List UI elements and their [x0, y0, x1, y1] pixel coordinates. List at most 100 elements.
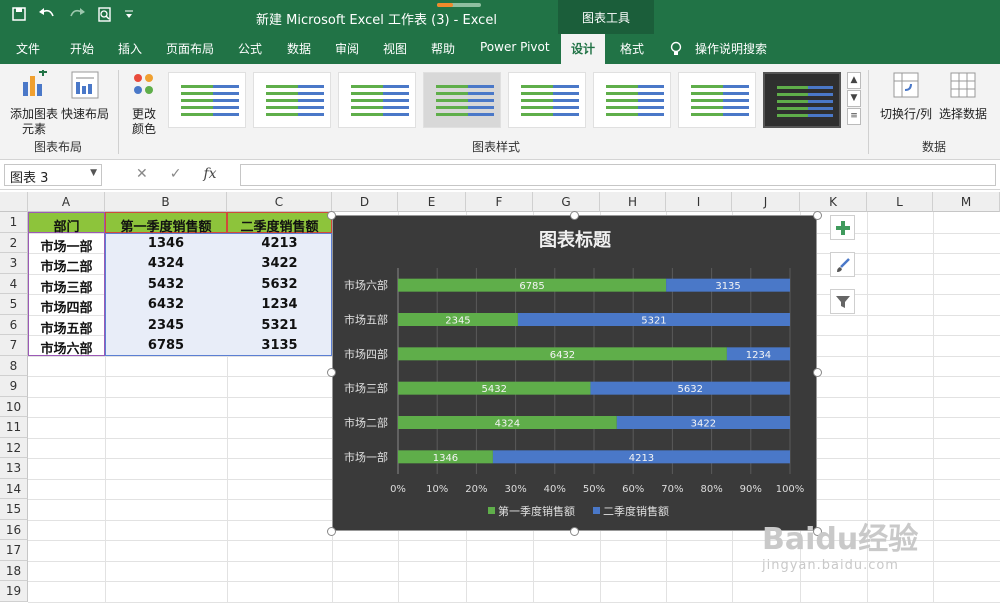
tell-me-search[interactable]: 操作说明搜索	[695, 40, 767, 57]
tab-formulas[interactable]: 公式	[238, 40, 262, 57]
value-cell[interactable]: 6432	[105, 294, 227, 315]
value-cell[interactable]: 3135	[227, 335, 332, 356]
column-header-h[interactable]: H	[600, 192, 666, 212]
chart-style-8-selected[interactable]	[763, 72, 841, 128]
print-preview-icon[interactable]	[98, 7, 112, 22]
name-box[interactable]: 图表 3 ▼	[4, 164, 102, 186]
row-header-10[interactable]: 10	[0, 396, 28, 417]
chart-style-1[interactable]	[168, 72, 246, 128]
select-all-corner[interactable]	[0, 192, 28, 212]
row-header-12[interactable]: 12	[0, 437, 28, 458]
resize-handle[interactable]	[327, 527, 336, 536]
category-cell[interactable]: 市场六部	[28, 335, 105, 357]
category-cell[interactable]: 市场五部	[28, 315, 105, 337]
chart-style-5[interactable]	[508, 72, 586, 128]
value-cell[interactable]: 1346	[105, 233, 227, 254]
header-cell[interactable]: 二季度销售额	[227, 212, 332, 235]
column-header-i[interactable]: I	[666, 192, 732, 212]
formula-input[interactable]	[240, 164, 996, 186]
value-cell[interactable]: 5432	[105, 274, 227, 295]
tab-insert[interactable]: 插入	[118, 40, 142, 57]
header-cell[interactable]: 第一季度销售额	[105, 212, 227, 235]
row-header-6[interactable]: 6	[0, 314, 28, 335]
category-cell[interactable]: 市场一部	[28, 233, 105, 255]
resize-handle[interactable]	[570, 211, 579, 220]
column-header-j[interactable]: J	[732, 192, 800, 212]
row-header-1[interactable]: 1	[0, 212, 28, 233]
header-cell[interactable]: 部门	[28, 212, 105, 235]
row-header-7[interactable]: 7	[0, 335, 28, 356]
value-cell[interactable]: 1234	[227, 294, 332, 315]
select-data-button[interactable]: 选择数据	[936, 70, 990, 122]
category-cell[interactable]: 市场三部	[28, 274, 105, 296]
row-header-17[interactable]: 17	[0, 540, 28, 561]
resize-handle[interactable]	[327, 211, 336, 220]
tab-view[interactable]: 视图	[383, 40, 407, 57]
row-header-3[interactable]: 3	[0, 253, 28, 274]
column-header-m[interactable]: M	[933, 192, 1000, 212]
insert-function-icon[interactable]: fx	[203, 166, 216, 182]
chart-object[interactable]: 图表标题 0% 10% 20% 30% 40% 50% 60% 70% 80% 90% 100% 市场六…	[332, 215, 817, 531]
value-cell[interactable]: 4213	[227, 233, 332, 254]
tab-data[interactable]: 数据	[287, 40, 311, 57]
value-cell[interactable]: 2345	[105, 315, 227, 336]
tab-design[interactable]: 设计	[561, 34, 606, 64]
value-cell[interactable]: 4324	[105, 253, 227, 274]
tab-file[interactable]: 文件	[16, 40, 40, 57]
tab-home[interactable]: 开始	[70, 40, 94, 57]
row-header-13[interactable]: 13	[0, 458, 28, 479]
switch-row-column-button[interactable]: 切换行/列	[878, 70, 934, 122]
column-header-k[interactable]: K	[800, 192, 867, 212]
change-colors-button[interactable]: 更改 颜色	[122, 70, 166, 137]
column-header-g[interactable]: G	[533, 192, 600, 212]
row-header-11[interactable]: 11	[0, 417, 28, 438]
column-header-f[interactable]: F	[466, 192, 533, 212]
row-header-18[interactable]: 18	[0, 560, 28, 581]
row-header-9[interactable]: 9	[0, 376, 28, 397]
category-cell[interactable]: 市场四部	[28, 294, 105, 316]
styles-scroll-down-button[interactable]: ▼	[847, 90, 861, 107]
column-header-b[interactable]: B	[105, 192, 227, 212]
value-cell[interactable]: 6785	[105, 335, 227, 356]
column-header-e[interactable]: E	[398, 192, 466, 212]
chart-style-6[interactable]	[593, 72, 671, 128]
tab-help[interactable]: 帮助	[431, 40, 455, 57]
customize-icon[interactable]	[124, 7, 134, 21]
quick-layout-button[interactable]: 快速布局	[60, 70, 110, 122]
tab-power-pivot[interactable]: Power Pivot	[480, 40, 550, 54]
column-header-a[interactable]: A	[28, 192, 105, 212]
row-header-14[interactable]: 14	[0, 478, 28, 499]
save-icon[interactable]	[12, 7, 26, 21]
redo-icon[interactable]	[68, 7, 86, 21]
column-header-c[interactable]: C	[227, 192, 332, 212]
chart-style-2[interactable]	[253, 72, 331, 128]
chart-style-7[interactable]	[678, 72, 756, 128]
row-header-4[interactable]: 4	[0, 273, 28, 294]
undo-icon[interactable]	[38, 7, 56, 21]
resize-handle[interactable]	[813, 368, 822, 377]
row-header-15[interactable]: 15	[0, 499, 28, 520]
chart-elements-button[interactable]	[830, 215, 855, 240]
resize-handle[interactable]	[813, 211, 822, 220]
column-header-d[interactable]: D	[332, 192, 398, 212]
chevron-down-icon[interactable]: ▼	[90, 168, 97, 178]
value-cell[interactable]: 5632	[227, 274, 332, 295]
resize-handle[interactable]	[570, 527, 579, 536]
enter-icon[interactable]: ✓	[170, 166, 182, 182]
row-header-8[interactable]: 8	[0, 355, 28, 376]
cancel-icon[interactable]: ✕	[136, 166, 148, 182]
tab-review[interactable]: 审阅	[335, 40, 359, 57]
tab-page-layout[interactable]: 页面布局	[166, 40, 214, 57]
resize-handle[interactable]	[327, 368, 336, 377]
styles-scroll-up-button[interactable]: ▲	[847, 72, 861, 89]
tab-format[interactable]: 格式	[620, 40, 644, 57]
add-chart-element-button[interactable]: 添加图表 元素	[6, 68, 62, 137]
chart-style-3[interactable]	[338, 72, 416, 128]
chart-style-4[interactable]	[423, 72, 501, 128]
row-header-2[interactable]: 2	[0, 232, 28, 253]
category-cell[interactable]: 市场二部	[28, 253, 105, 275]
row-header-5[interactable]: 5	[0, 294, 28, 315]
chart-styles-button[interactable]	[830, 252, 855, 277]
chart-filters-button[interactable]	[830, 289, 855, 314]
value-cell[interactable]: 3422	[227, 253, 332, 274]
